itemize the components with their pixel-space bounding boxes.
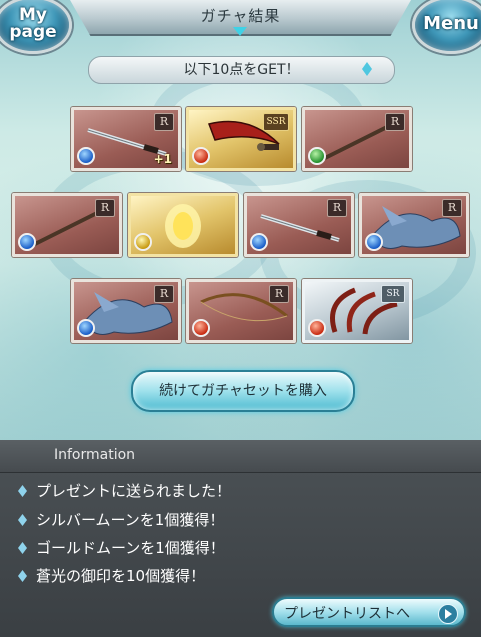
rarity-badge: SR [381, 285, 405, 303]
info-line: ゴールドムーンを1個獲得！ [18, 537, 225, 559]
present-list-button[interactable]: プレゼントリストへ [272, 597, 466, 627]
result-item-card[interactable] [128, 193, 238, 257]
arrow-right-icon [438, 604, 458, 624]
diamond-bullet-icon [18, 570, 27, 582]
wind-element-icon [308, 147, 326, 165]
light-element-icon [134, 233, 152, 251]
continue-gacha-button[interactable]: 続けてガチャセットを購入 [131, 370, 355, 412]
water-element-icon [77, 319, 95, 337]
diamond-bullet-icon [18, 542, 27, 554]
result-item-card[interactable]: SR [302, 279, 412, 343]
rarity-badge: R [154, 285, 174, 303]
present-list-label: プレゼントリストへ [284, 606, 410, 622]
rarity-badge: R [95, 199, 115, 217]
menu-label: Menu [423, 13, 479, 34]
info-line: 蒼光の御印を10個獲得！ [18, 565, 205, 587]
result-item-card[interactable]: R [71, 279, 181, 343]
result-item-card[interactable]: R +1 [71, 107, 181, 171]
rarity-badge: R [385, 113, 405, 131]
result-item-card[interactable]: R [186, 279, 296, 343]
fire-element-icon [192, 319, 210, 337]
water-element-icon [77, 147, 95, 165]
rarity-badge: SSR [263, 113, 289, 131]
water-element-icon [250, 233, 268, 251]
info-line: シルバームーンを1個獲得！ [18, 509, 224, 531]
info-line: プレゼントに送られました！ [18, 480, 231, 502]
mypage-label-line2: page [9, 22, 57, 42]
info-line-text: シルバームーンを1個獲得！ [36, 511, 225, 529]
water-element-icon [365, 233, 383, 251]
result-banner: 以下10点をGET！ [88, 56, 395, 84]
fire-element-icon [192, 147, 210, 165]
rarity-badge: R [327, 199, 347, 217]
fire-element-icon [308, 319, 326, 337]
information-header: Information [0, 440, 481, 473]
info-line-text: ゴールドムーンを1個獲得！ [36, 539, 225, 557]
result-item-card[interactable]: SSR [186, 107, 296, 171]
rarity-badge: R [442, 199, 462, 217]
info-line-text: プレゼントに送られました！ [36, 482, 232, 500]
result-item-card[interactable]: R [359, 193, 469, 257]
water-element-icon [18, 233, 36, 251]
info-line-text: 蒼光の御印を10個獲得！ [36, 567, 206, 585]
diamond-bullet-icon [18, 514, 27, 526]
diamond-bullet-icon [18, 485, 27, 497]
result-item-card[interactable]: R [12, 193, 122, 257]
rarity-badge: R [154, 113, 174, 131]
information-title: Information [54, 447, 136, 463]
plus-bonus-label: +1 [153, 152, 172, 166]
rarity-badge: R [269, 285, 289, 303]
result-item-card[interactable]: R [302, 107, 412, 171]
result-item-card[interactable]: R [244, 193, 354, 257]
